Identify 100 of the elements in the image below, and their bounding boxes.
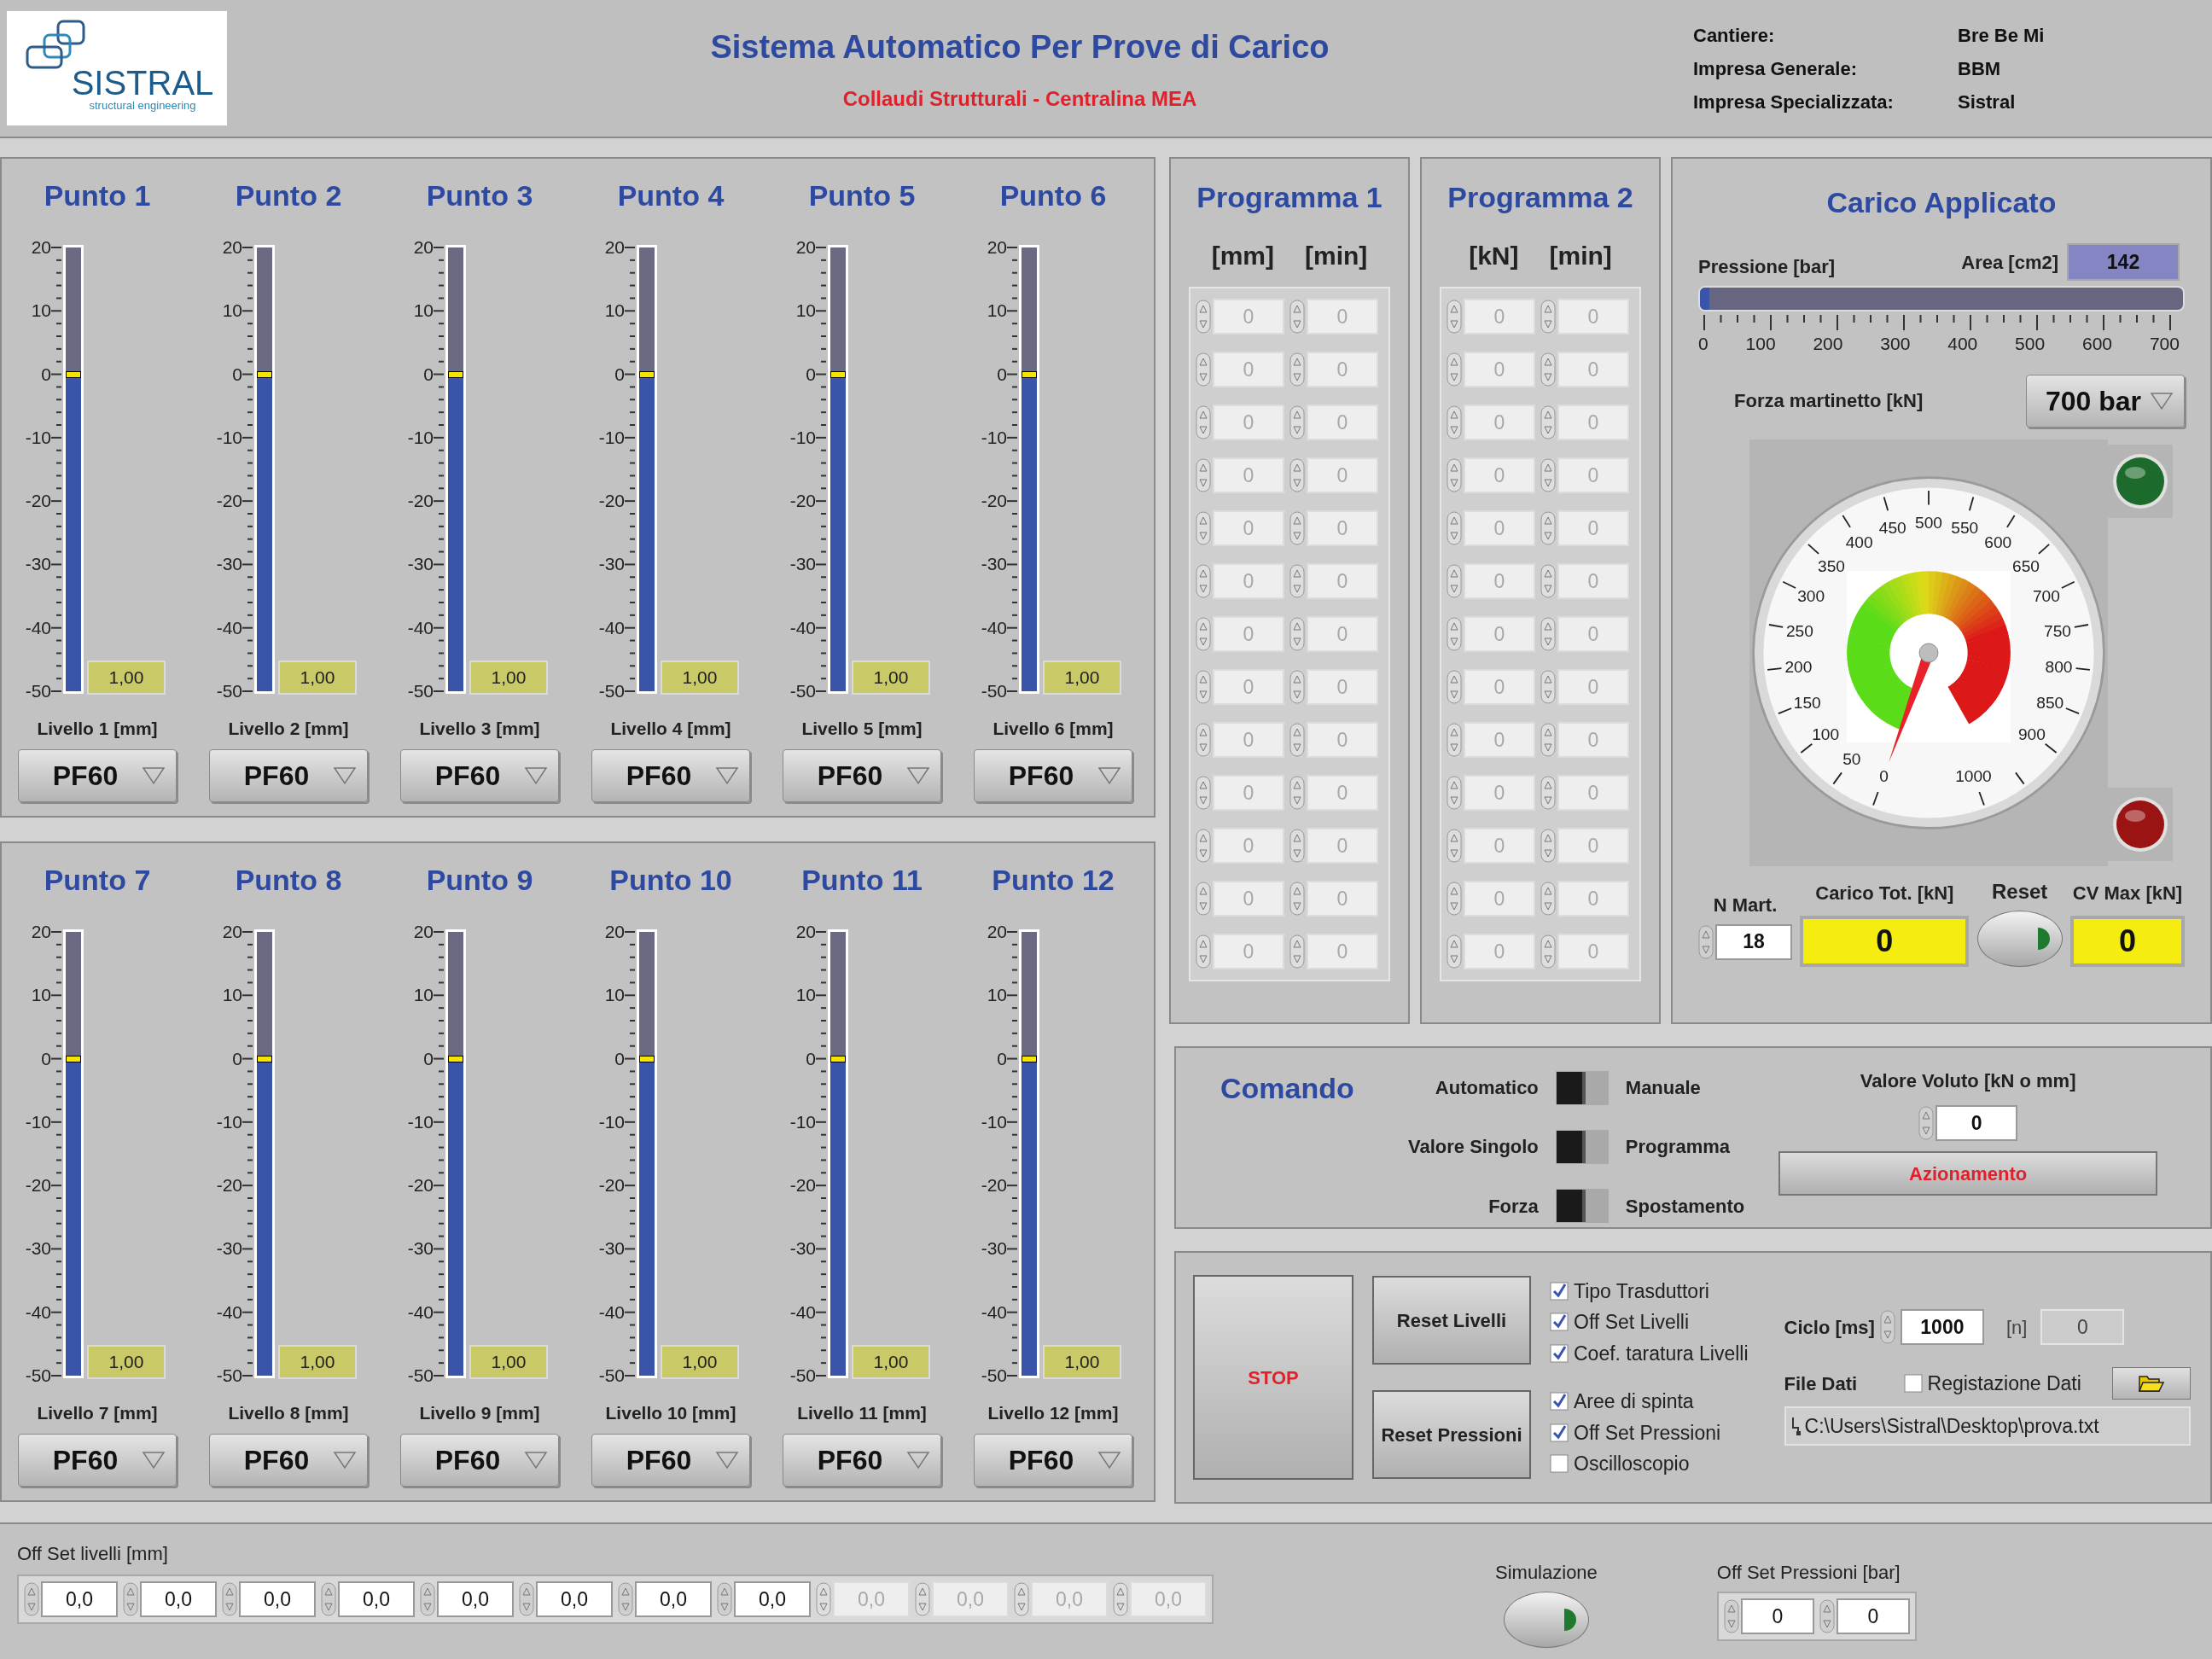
transducer-dropdown[interactable]: PF60 (18, 1433, 177, 1487)
spin-arrows-icon[interactable] (1014, 1582, 1029, 1616)
spin-arrows-icon[interactable] (1698, 924, 1714, 959)
scale-label: -50 (24, 682, 51, 700)
scale-label: -10 (24, 428, 51, 446)
folder-icon (2138, 1374, 2164, 1393)
reset-button[interactable]: Reset Livelli (1372, 1276, 1531, 1365)
dial-label: 50 (1842, 749, 1861, 768)
offset-field[interactable]: 0,0 (437, 1581, 514, 1617)
scale-label: -50 (215, 682, 242, 700)
transducer-dropdown[interactable]: PF60 (209, 748, 368, 802)
caret-icon (1097, 1450, 1121, 1470)
dial-label: 100 (1812, 725, 1840, 743)
pressure-tick-label: 400 (1947, 333, 1978, 355)
toggle-switch[interactable] (1555, 1130, 1609, 1164)
toggle-switch[interactable] (1555, 1070, 1609, 1105)
scale-label: -20 (24, 492, 51, 510)
scale-label: 10 (30, 987, 51, 1004)
spin-arrows-icon[interactable] (24, 1582, 39, 1616)
scale-label: -40 (980, 619, 1007, 637)
spin-arrows-icon[interactable] (1113, 1582, 1128, 1616)
count-field[interactable]: 18 (1715, 923, 1792, 960)
offset-field[interactable]: 0,0 (140, 1581, 217, 1617)
transducer-dropdown[interactable]: PF60 (591, 1433, 750, 1487)
toggle-switch[interactable] (1555, 1189, 1609, 1224)
transducer-dropdown[interactable]: PF60 (400, 1433, 559, 1487)
file-path-field[interactable]: C:\Users\Sistral\Desktop\prova.txt (1784, 1406, 2191, 1446)
spin-arrows-icon[interactable] (1918, 1106, 1935, 1140)
scale-label: -10 (215, 428, 242, 446)
offset-field[interactable]: 0,0 (635, 1581, 712, 1617)
spin-arrows-icon[interactable] (1723, 1599, 1739, 1633)
checkbox[interactable] (1550, 1423, 1569, 1442)
offset-field[interactable]: 0 (1836, 1598, 1910, 1634)
cycle-field[interactable]: 1000 (1900, 1309, 1984, 1345)
spin-arrows-icon[interactable] (321, 1582, 336, 1616)
offset-field[interactable]: 0 (1740, 1598, 1814, 1634)
transducer-dropdown[interactable]: PF60 (18, 748, 177, 802)
offset-field[interactable]: 0,0 (41, 1581, 118, 1617)
caret-icon (524, 765, 548, 785)
spin-arrows-icon[interactable] (1879, 1310, 1895, 1344)
checkbox-label: Tipo Trasduttori (1574, 1278, 1709, 1304)
offset-field[interactable]: 0,0 (338, 1581, 415, 1617)
dial-hub (1918, 643, 1939, 662)
checkbox[interactable] (1550, 1281, 1569, 1301)
transducer-dropdown[interactable]: PF60 (974, 1433, 1132, 1487)
area-display: 142 (2067, 243, 2180, 281)
browse-button[interactable] (2111, 1367, 2191, 1400)
checkbox-label: Off Set Livelli (1574, 1310, 1690, 1335)
reading-display: 1,00 (469, 1345, 548, 1379)
scale-label: -10 (597, 428, 625, 446)
transducer-dropdown[interactable]: PF60 (400, 748, 559, 802)
dial-label: 350 (1818, 556, 1845, 575)
offset-field[interactable]: 0,0 (239, 1581, 316, 1617)
transducer-dropdown[interactable]: PF60 (974, 748, 1132, 802)
dial-label: 0 (1879, 766, 1889, 785)
reading-display: 1,00 (87, 661, 166, 695)
action-button[interactable]: Azionamento (1778, 1151, 2158, 1196)
scale-label: -10 (215, 1113, 242, 1131)
checkbox[interactable] (1550, 1454, 1569, 1474)
transducer-dropdown[interactable]: PF60 (783, 748, 941, 802)
checkbox[interactable] (1550, 1313, 1569, 1332)
stop-button[interactable]: STOP (1193, 1275, 1353, 1480)
spin-arrows-icon[interactable] (222, 1582, 237, 1616)
caret-icon (715, 765, 739, 785)
transducer-dropdown[interactable]: PF60 (591, 748, 750, 802)
scale-label: -30 (24, 556, 51, 573)
transducer-dropdown[interactable]: PF60 (783, 1433, 941, 1487)
checkbox[interactable] (1550, 1343, 1569, 1363)
target-value-field[interactable]: 0 (1936, 1105, 2018, 1141)
spin-arrows-icon[interactable] (519, 1582, 534, 1616)
spin-arrows-icon[interactable] (123, 1582, 138, 1616)
scale-label: -40 (215, 619, 242, 637)
field-label: Carico Tot. [kN] (1815, 881, 1954, 905)
checkbox[interactable] (1550, 1392, 1569, 1412)
caret-icon (715, 1450, 739, 1470)
spin-arrows-icon[interactable] (420, 1582, 435, 1616)
level-marker (66, 1055, 81, 1062)
reset-button[interactable]: Reset Pressioni (1372, 1390, 1531, 1479)
info-label: Cantiere: (1693, 23, 1776, 48)
scale-label: 10 (412, 302, 434, 320)
offset-field[interactable]: 0,0 (734, 1581, 811, 1617)
scale-label: -50 (406, 1366, 434, 1384)
scale-label: 0 (231, 1050, 242, 1068)
spin-arrows-icon[interactable] (1819, 1599, 1835, 1633)
offset-field[interactable]: 0,0 (536, 1581, 613, 1617)
checkbox[interactable] (1903, 1374, 1923, 1393)
level-caption: Livello 4 [mm] (610, 718, 731, 740)
scale-label: -40 (24, 1303, 51, 1321)
level-marker (257, 1055, 272, 1062)
caret-icon (142, 1450, 166, 1470)
pressure-rating-dropdown[interactable]: 700 bar (2026, 374, 2185, 428)
spin-arrows-icon[interactable] (915, 1582, 930, 1616)
transducer-dropdown[interactable]: PF60 (209, 1433, 368, 1487)
spin-arrows-icon[interactable] (816, 1582, 831, 1616)
scale-label: -20 (597, 492, 625, 510)
spin-arrows-icon[interactable] (618, 1582, 633, 1616)
target-label: Valore Voluto [kN o mm] (1860, 1069, 2076, 1093)
spin-arrows-icon[interactable] (717, 1582, 732, 1616)
scale-label: -30 (597, 1240, 625, 1258)
level-caption: Livello 12 [mm] (987, 1402, 1119, 1424)
